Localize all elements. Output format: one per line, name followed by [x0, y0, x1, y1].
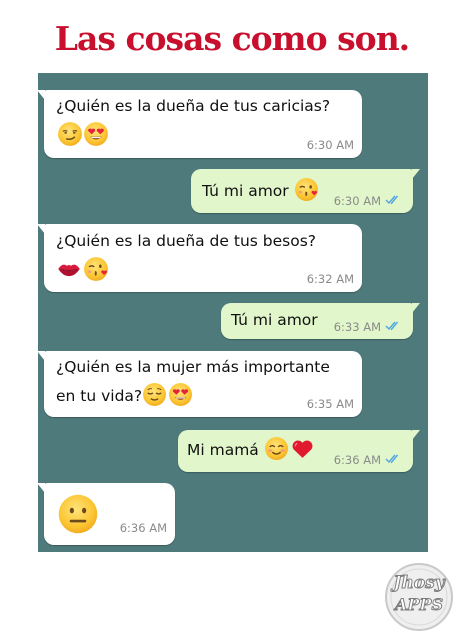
read-ticks-icon: [385, 320, 402, 331]
message-text: Tú mi amor: [231, 311, 318, 329]
watermark-line1: Jhosy: [393, 573, 445, 594]
red-heart-emoji-icon: [290, 436, 315, 461]
message-text: ¿Quién es la dueña de tus besos?: [56, 232, 317, 250]
heart-eyes-emoji-icon: [168, 382, 193, 407]
neutral-face-emoji-icon: [57, 493, 99, 535]
message-incoming[interactable]: 6:36 AM: [37, 483, 175, 545]
message-time: 6:32 AM: [306, 272, 354, 286]
message-time: 6:30 AM: [333, 194, 381, 208]
message-text: Mi mamá: [187, 436, 316, 463]
message-time: 6:36 AM: [119, 521, 167, 535]
message-outgoing[interactable]: Tú mi amor 6:30 AM: [191, 169, 420, 213]
message-outgoing[interactable]: Tú mi amor 6:33 AM: [221, 303, 420, 339]
message-text-line: ¿Quién es la mujer más importante: [56, 358, 330, 376]
jhosy-apps-watermark-logo: Jhosy APPS: [383, 561, 455, 633]
heart-eyes-emoji-icon: [83, 121, 109, 147]
message-text: ¿Quién es la dueña de tus caricias?: [56, 97, 331, 115]
smirk-emoji-icon: [57, 121, 83, 147]
relieved-emoji-icon: [142, 382, 167, 407]
message-incoming[interactable]: ¿Quién es la dueña de tus besos? 6:32 AM: [37, 224, 362, 292]
kiss-wink-emoji-icon: [83, 256, 109, 282]
message-time: 6:35 AM: [306, 397, 354, 411]
read-ticks-icon: [385, 194, 402, 205]
message-text-content: Mi mamá: [187, 441, 259, 459]
message-incoming[interactable]: ¿Quién es la dueña de tus caricias? 6:30…: [37, 90, 362, 158]
page-title: Las cosas como son.: [54, 19, 410, 58]
message-time: 6:33 AM: [333, 320, 381, 334]
message-time: 6:36 AM: [333, 453, 381, 467]
read-ticks-icon: [385, 453, 402, 464]
message-text-content: en tu vida?: [56, 387, 143, 405]
message-outgoing[interactable]: Mi mamá 6:36 AM: [178, 430, 420, 472]
message-text-line: en tu vida?: [56, 382, 194, 409]
message-text-content: Tú mi amor: [202, 182, 289, 200]
message-incoming[interactable]: ¿Quién es la mujer más importante en tu …: [37, 351, 362, 417]
blush-emoji-icon: [264, 436, 289, 461]
kiss-wink-emoji-icon: [294, 177, 319, 202]
watermark-line2: APPS: [394, 595, 444, 615]
message-time: 6:30 AM: [306, 138, 354, 152]
chat-area[interactable]: ¿Quién es la dueña de tus caricias? 6:30…: [37, 73, 428, 552]
message-text: Tú mi amor: [202, 177, 320, 204]
kiss-lips-emoji-icon: [56, 256, 82, 282]
